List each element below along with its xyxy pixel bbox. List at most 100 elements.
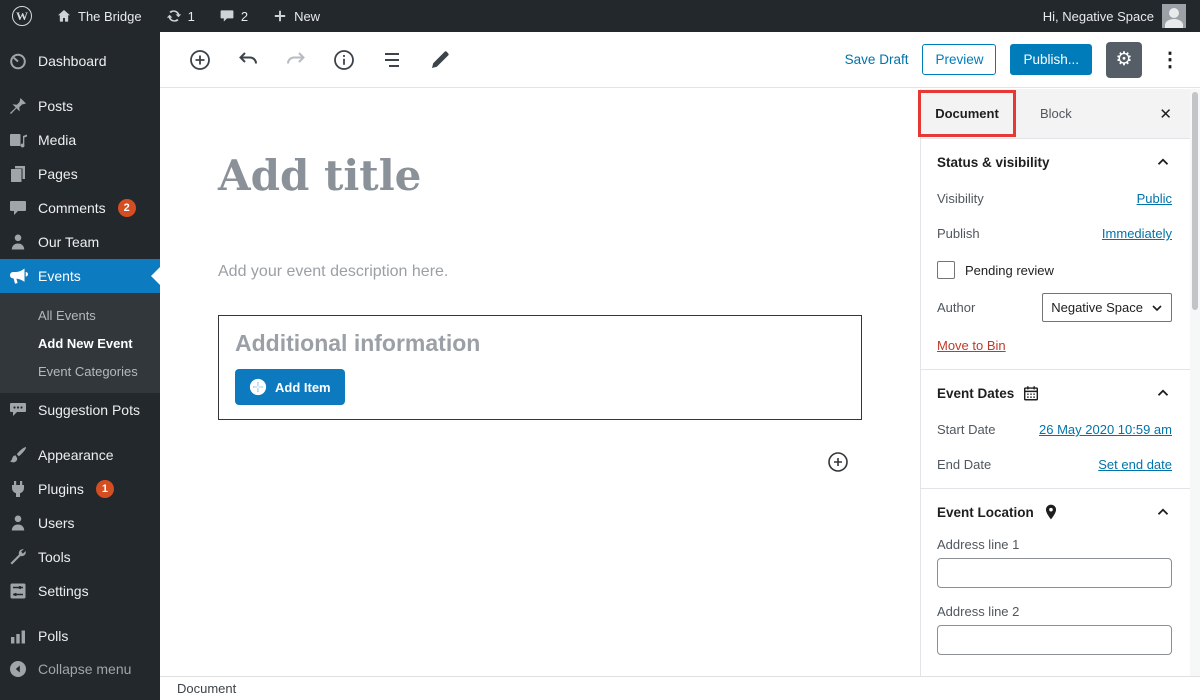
admin-sidebar: Dashboard Posts Media Pages Comments 2 O… — [0, 32, 160, 700]
updates-count: 1 — [188, 9, 195, 24]
admin-bar: W The Bridge 1 2 New Hi, Nega — [0, 0, 1200, 32]
map-pin-icon — [1042, 503, 1060, 521]
dashboard-icon — [8, 51, 28, 71]
new-label: New — [294, 9, 320, 24]
plus-icon — [272, 8, 288, 24]
avatar — [1162, 4, 1186, 28]
sidebar-item-label: Our Team — [38, 234, 99, 250]
new-menu[interactable]: New — [260, 0, 332, 32]
chevron-up-icon[interactable] — [1154, 503, 1172, 521]
sidebar-item-suggestion-pots[interactable]: Suggestion Pots — [0, 393, 160, 427]
block-appender-icon[interactable] — [826, 450, 850, 474]
add-item-label: Add Item — [275, 380, 331, 395]
sidebar-item-our-team[interactable]: Our Team — [0, 225, 160, 259]
tab-document-label: Document — [935, 106, 999, 121]
sidebar-item-appearance[interactable]: Appearance — [0, 438, 160, 472]
content-structure-icon[interactable] — [332, 48, 356, 72]
sidebar-item-label: Events — [38, 268, 81, 284]
move-to-bin-link[interactable]: Move to Bin — [937, 338, 1006, 353]
start-date-link[interactable]: 26 May 2020 10:59 am — [1039, 422, 1172, 437]
editor-canvas: Add title Add your event description her… — [160, 89, 920, 676]
sidebar-item-pages[interactable]: Pages — [0, 157, 160, 191]
add-item-button[interactable]: Add Item — [235, 369, 345, 405]
sidebar-item-dashboard[interactable]: Dashboard — [0, 44, 160, 78]
tab-document[interactable]: Document — [918, 90, 1016, 137]
submenu-item-label: Event Categories — [38, 364, 138, 379]
publish-value-link[interactable]: Immediately — [1102, 226, 1172, 241]
submenu-item-all-events[interactable]: All Events — [0, 301, 160, 329]
sidebar-item-plugins[interactable]: Plugins 1 — [0, 472, 160, 506]
chevron-down-icon — [1151, 302, 1163, 314]
address-line-2-label: Address line 2 — [937, 604, 1172, 619]
chevron-up-icon[interactable] — [1154, 153, 1172, 171]
sidebar-item-events[interactable]: Events — [0, 259, 160, 293]
account-menu[interactable]: Hi, Negative Space — [1043, 4, 1200, 28]
chevron-up-icon[interactable] — [1154, 384, 1172, 402]
sidebar-item-label: Plugins — [38, 481, 84, 497]
close-icon[interactable]: ✕ — [1159, 105, 1172, 123]
scrollbar-thumb[interactable] — [1192, 92, 1198, 310]
wrench-icon — [8, 547, 28, 567]
address-line-1-label: Address line 1 — [937, 537, 1172, 552]
sidebar-item-label: Users — [38, 515, 75, 531]
comments-icon — [8, 198, 28, 218]
sidebar-item-label: Settings — [38, 583, 89, 599]
comments-count: 2 — [241, 9, 248, 24]
sidebar-item-polls[interactable]: Polls — [0, 619, 160, 653]
publish-button[interactable]: Publish... — [1010, 44, 1092, 75]
user-icon — [8, 232, 28, 252]
author-label: Author — [937, 300, 975, 315]
wordpress-menu[interactable]: W — [0, 0, 44, 32]
description-input[interactable]: Add your event description here. — [218, 263, 862, 281]
site-name-link[interactable]: The Bridge — [44, 0, 154, 32]
wordpress-logo-icon: W — [12, 6, 32, 26]
end-date-link[interactable]: Set end date — [1098, 457, 1172, 472]
updates-menu[interactable]: 1 — [154, 0, 207, 32]
sidebar-item-label: Dashboard — [38, 53, 107, 69]
more-options-icon[interactable]: ⋮ — [1156, 47, 1184, 72]
tab-block[interactable]: Block — [1040, 106, 1072, 121]
redo-icon[interactable] — [284, 48, 308, 72]
edit-pencil-icon[interactable] — [428, 48, 452, 72]
plus-circle-icon — [249, 378, 267, 396]
settings-gear-button[interactable]: ⚙ — [1106, 42, 1142, 78]
end-date-label: End Date — [937, 457, 991, 472]
title-input[interactable]: Add title — [218, 151, 862, 201]
address-line-1-input[interactable] — [937, 558, 1172, 588]
comments-menu[interactable]: 2 — [207, 0, 260, 32]
settings-icon — [8, 581, 28, 601]
sidebar-item-posts[interactable]: Posts — [0, 89, 160, 123]
sidebar-item-tools[interactable]: Tools — [0, 540, 160, 574]
collapse-menu-button[interactable]: Collapse menu — [0, 652, 160, 686]
sidebar-item-settings[interactable]: Settings — [0, 574, 160, 608]
editor-toolbar: Save Draft Preview Publish... ⚙ ⋮ — [160, 32, 1200, 88]
undo-icon[interactable] — [236, 48, 260, 72]
visibility-value-link[interactable]: Public — [1137, 191, 1172, 206]
media-icon — [8, 130, 28, 150]
sidebar-item-label: Suggestion Pots — [38, 402, 140, 418]
home-icon — [56, 8, 72, 24]
submenu-item-label: Add New Event — [38, 336, 133, 351]
submenu-item-add-new-event[interactable]: Add New Event — [0, 329, 160, 357]
brush-icon — [8, 445, 28, 465]
add-block-icon[interactable] — [188, 48, 212, 72]
panel-scrollbar[interactable] — [1190, 89, 1200, 676]
submenu-item-event-categories[interactable]: Event Categories — [0, 357, 160, 385]
block-navigation-icon[interactable] — [380, 48, 404, 72]
preview-button[interactable]: Preview — [922, 44, 996, 75]
pending-review-checkbox[interactable] — [937, 261, 955, 279]
sidebar-item-comments[interactable]: Comments 2 — [0, 191, 160, 225]
megaphone-icon — [8, 266, 28, 286]
author-select[interactable]: Negative Space — [1042, 293, 1172, 322]
save-draft-button[interactable]: Save Draft — [845, 52, 909, 67]
pushpin-icon — [8, 96, 28, 116]
sidebar-item-label: Media — [38, 132, 76, 148]
calendar-icon — [1022, 384, 1040, 402]
sidebar-item-label: Polls — [38, 628, 68, 644]
address-line-2-input[interactable] — [937, 625, 1172, 655]
sidebar-item-users[interactable]: Users — [0, 506, 160, 540]
sidebar-item-media[interactable]: Media — [0, 123, 160, 157]
pages-icon — [8, 164, 28, 184]
additional-information-block[interactable]: Additional information Add Item — [218, 315, 862, 420]
pending-review-label: Pending review — [965, 263, 1054, 278]
